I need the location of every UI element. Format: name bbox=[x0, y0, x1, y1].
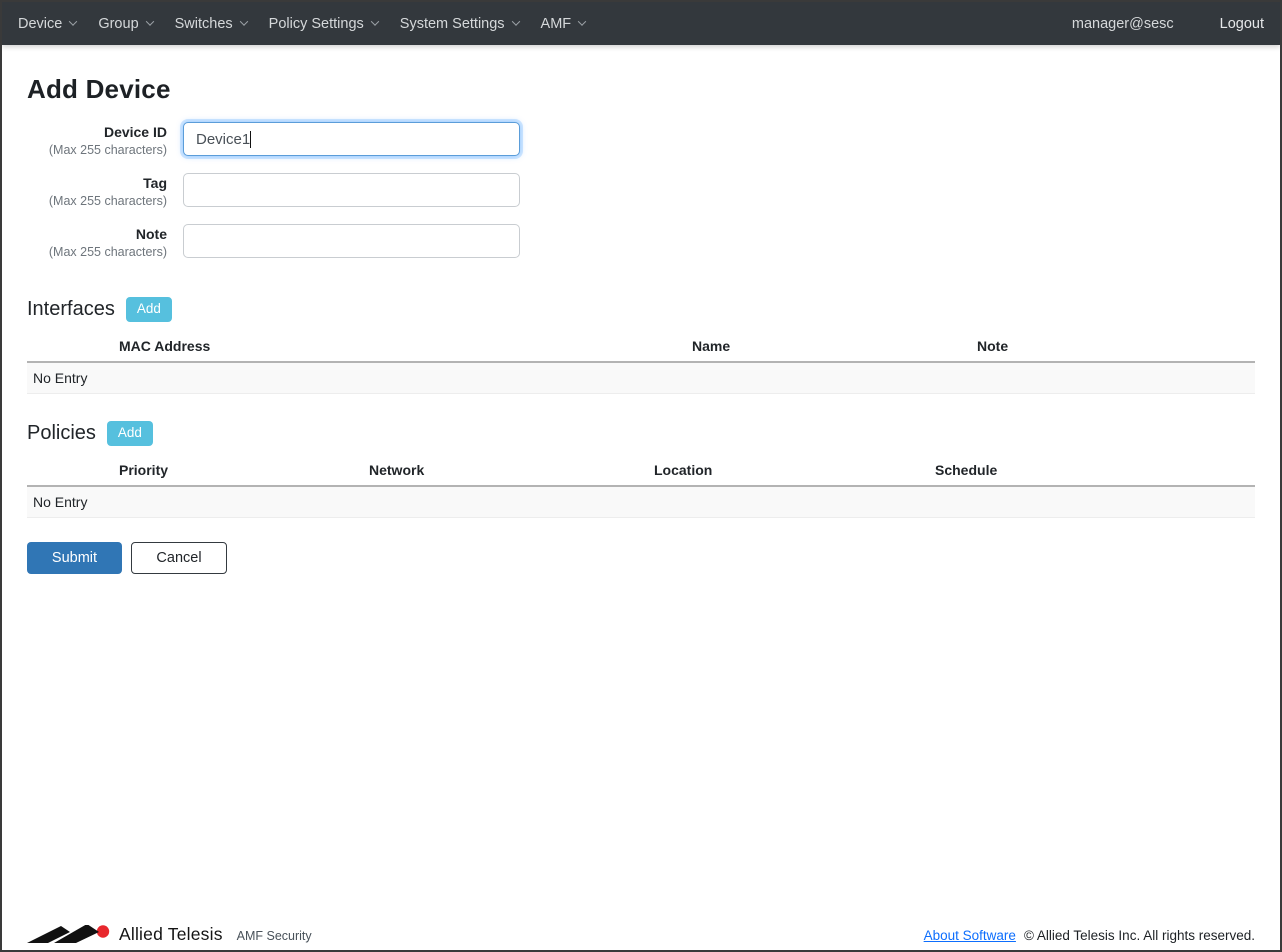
about-software-link[interactable]: About Software bbox=[924, 928, 1016, 943]
copyright-text: © Allied Telesis Inc. All rights reserve… bbox=[1024, 928, 1255, 943]
form-row-note: Note (Max 255 characters) bbox=[27, 224, 1255, 260]
nav-item-label: Group bbox=[98, 16, 138, 32]
main-content: Add Device Device ID (Max 255 characters… bbox=[2, 74, 1280, 574]
note-label: Note (Max 255 characters) bbox=[27, 224, 167, 260]
page-title: Add Device bbox=[27, 74, 1255, 105]
nav-item-policy-settings[interactable]: Policy Settings bbox=[269, 16, 378, 32]
policies-add-button[interactable]: Add bbox=[107, 421, 153, 446]
column-header-priority: Priority bbox=[27, 462, 277, 485]
nav-item-label: Switches bbox=[175, 16, 233, 32]
note-input[interactable] bbox=[183, 224, 520, 258]
interfaces-table-header: MAC Address Name Note bbox=[27, 338, 1255, 363]
tag-hint: (Max 255 characters) bbox=[27, 193, 167, 209]
nav-item-label: Policy Settings bbox=[269, 16, 364, 32]
footer-brand: Allied Telesis AMF Security bbox=[27, 925, 312, 943]
no-entry-text: No Entry bbox=[33, 370, 87, 386]
column-header-network: Network bbox=[277, 462, 562, 485]
column-header-mac-address: MAC Address bbox=[27, 338, 600, 361]
note-input-wrap bbox=[183, 224, 520, 260]
policies-table-header: Priority Network Location Schedule bbox=[27, 462, 1255, 487]
note-hint: (Max 255 characters) bbox=[27, 244, 167, 260]
cancel-button[interactable]: Cancel bbox=[131, 542, 227, 574]
policies-section: Policies Add Priority Network Location S… bbox=[27, 421, 1255, 518]
nav-item-amf[interactable]: AMF bbox=[541, 16, 586, 32]
no-entry-text: No Entry bbox=[33, 494, 87, 510]
policies-title: Policies bbox=[27, 422, 96, 445]
column-header-name: Name bbox=[600, 338, 885, 361]
chevron-down-icon bbox=[239, 17, 247, 25]
nav-item-system-settings[interactable]: System Settings bbox=[400, 16, 519, 32]
chevron-down-icon bbox=[371, 17, 379, 25]
form-actions: Submit Cancel bbox=[27, 542, 1255, 574]
brand-name: Allied Telesis bbox=[119, 926, 223, 943]
interfaces-empty-row: No Entry bbox=[27, 363, 1255, 394]
interfaces-header: Interfaces Add bbox=[27, 297, 1255, 322]
column-header-schedule: Schedule bbox=[843, 462, 1255, 485]
text-caret bbox=[250, 131, 251, 148]
tag-input-wrap bbox=[183, 173, 520, 209]
app-window: Device Group Switches Policy Settings Sy… bbox=[0, 0, 1282, 952]
policies-header: Policies Add bbox=[27, 421, 1255, 446]
nav-menu: Device Group Switches Policy Settings Sy… bbox=[18, 16, 585, 32]
nav-item-group[interactable]: Group bbox=[98, 16, 152, 32]
nav-right: manager@sesc Logout bbox=[1072, 16, 1264, 32]
form-row-device-id: Device ID (Max 255 characters) bbox=[27, 122, 1255, 158]
allied-telesis-logo-icon bbox=[27, 925, 111, 943]
user-account[interactable]: manager@sesc bbox=[1072, 16, 1174, 32]
submit-button[interactable]: Submit bbox=[27, 542, 122, 574]
policies-empty-row: No Entry bbox=[27, 487, 1255, 518]
device-id-input[interactable] bbox=[183, 122, 520, 156]
tag-input[interactable] bbox=[183, 173, 520, 207]
interfaces-title: Interfaces bbox=[27, 298, 115, 321]
interfaces-section: Interfaces Add MAC Address Name Note No … bbox=[27, 297, 1255, 394]
chevron-down-icon bbox=[145, 17, 153, 25]
tag-label: Tag (Max 255 characters) bbox=[27, 173, 167, 209]
device-id-label: Device ID (Max 255 characters) bbox=[27, 122, 167, 158]
nav-item-label: Device bbox=[18, 16, 62, 32]
device-id-hint: (Max 255 characters) bbox=[27, 142, 167, 158]
nav-item-label: AMF bbox=[541, 16, 572, 32]
nav-item-switches[interactable]: Switches bbox=[175, 16, 247, 32]
chevron-down-icon bbox=[511, 17, 519, 25]
nav-item-device[interactable]: Device bbox=[18, 16, 76, 32]
add-device-form: Device ID (Max 255 characters) Tag (Max … bbox=[27, 122, 1255, 260]
column-header-location: Location bbox=[562, 462, 843, 485]
top-navbar: Device Group Switches Policy Settings Sy… bbox=[2, 2, 1280, 45]
nav-item-label: System Settings bbox=[400, 16, 505, 32]
logout-link[interactable]: Logout bbox=[1220, 16, 1264, 32]
footer-legal: About Software © Allied Telesis Inc. All… bbox=[924, 928, 1255, 943]
chevron-down-icon bbox=[69, 17, 77, 25]
form-row-tag: Tag (Max 255 characters) bbox=[27, 173, 1255, 209]
device-id-input-wrap bbox=[183, 122, 520, 158]
column-header-note: Note bbox=[885, 338, 1255, 361]
product-name: AMF Security bbox=[237, 929, 312, 943]
chevron-down-icon bbox=[578, 17, 586, 25]
interfaces-add-button[interactable]: Add bbox=[126, 297, 172, 322]
page-footer: Allied Telesis AMF Security About Softwa… bbox=[2, 925, 1280, 950]
